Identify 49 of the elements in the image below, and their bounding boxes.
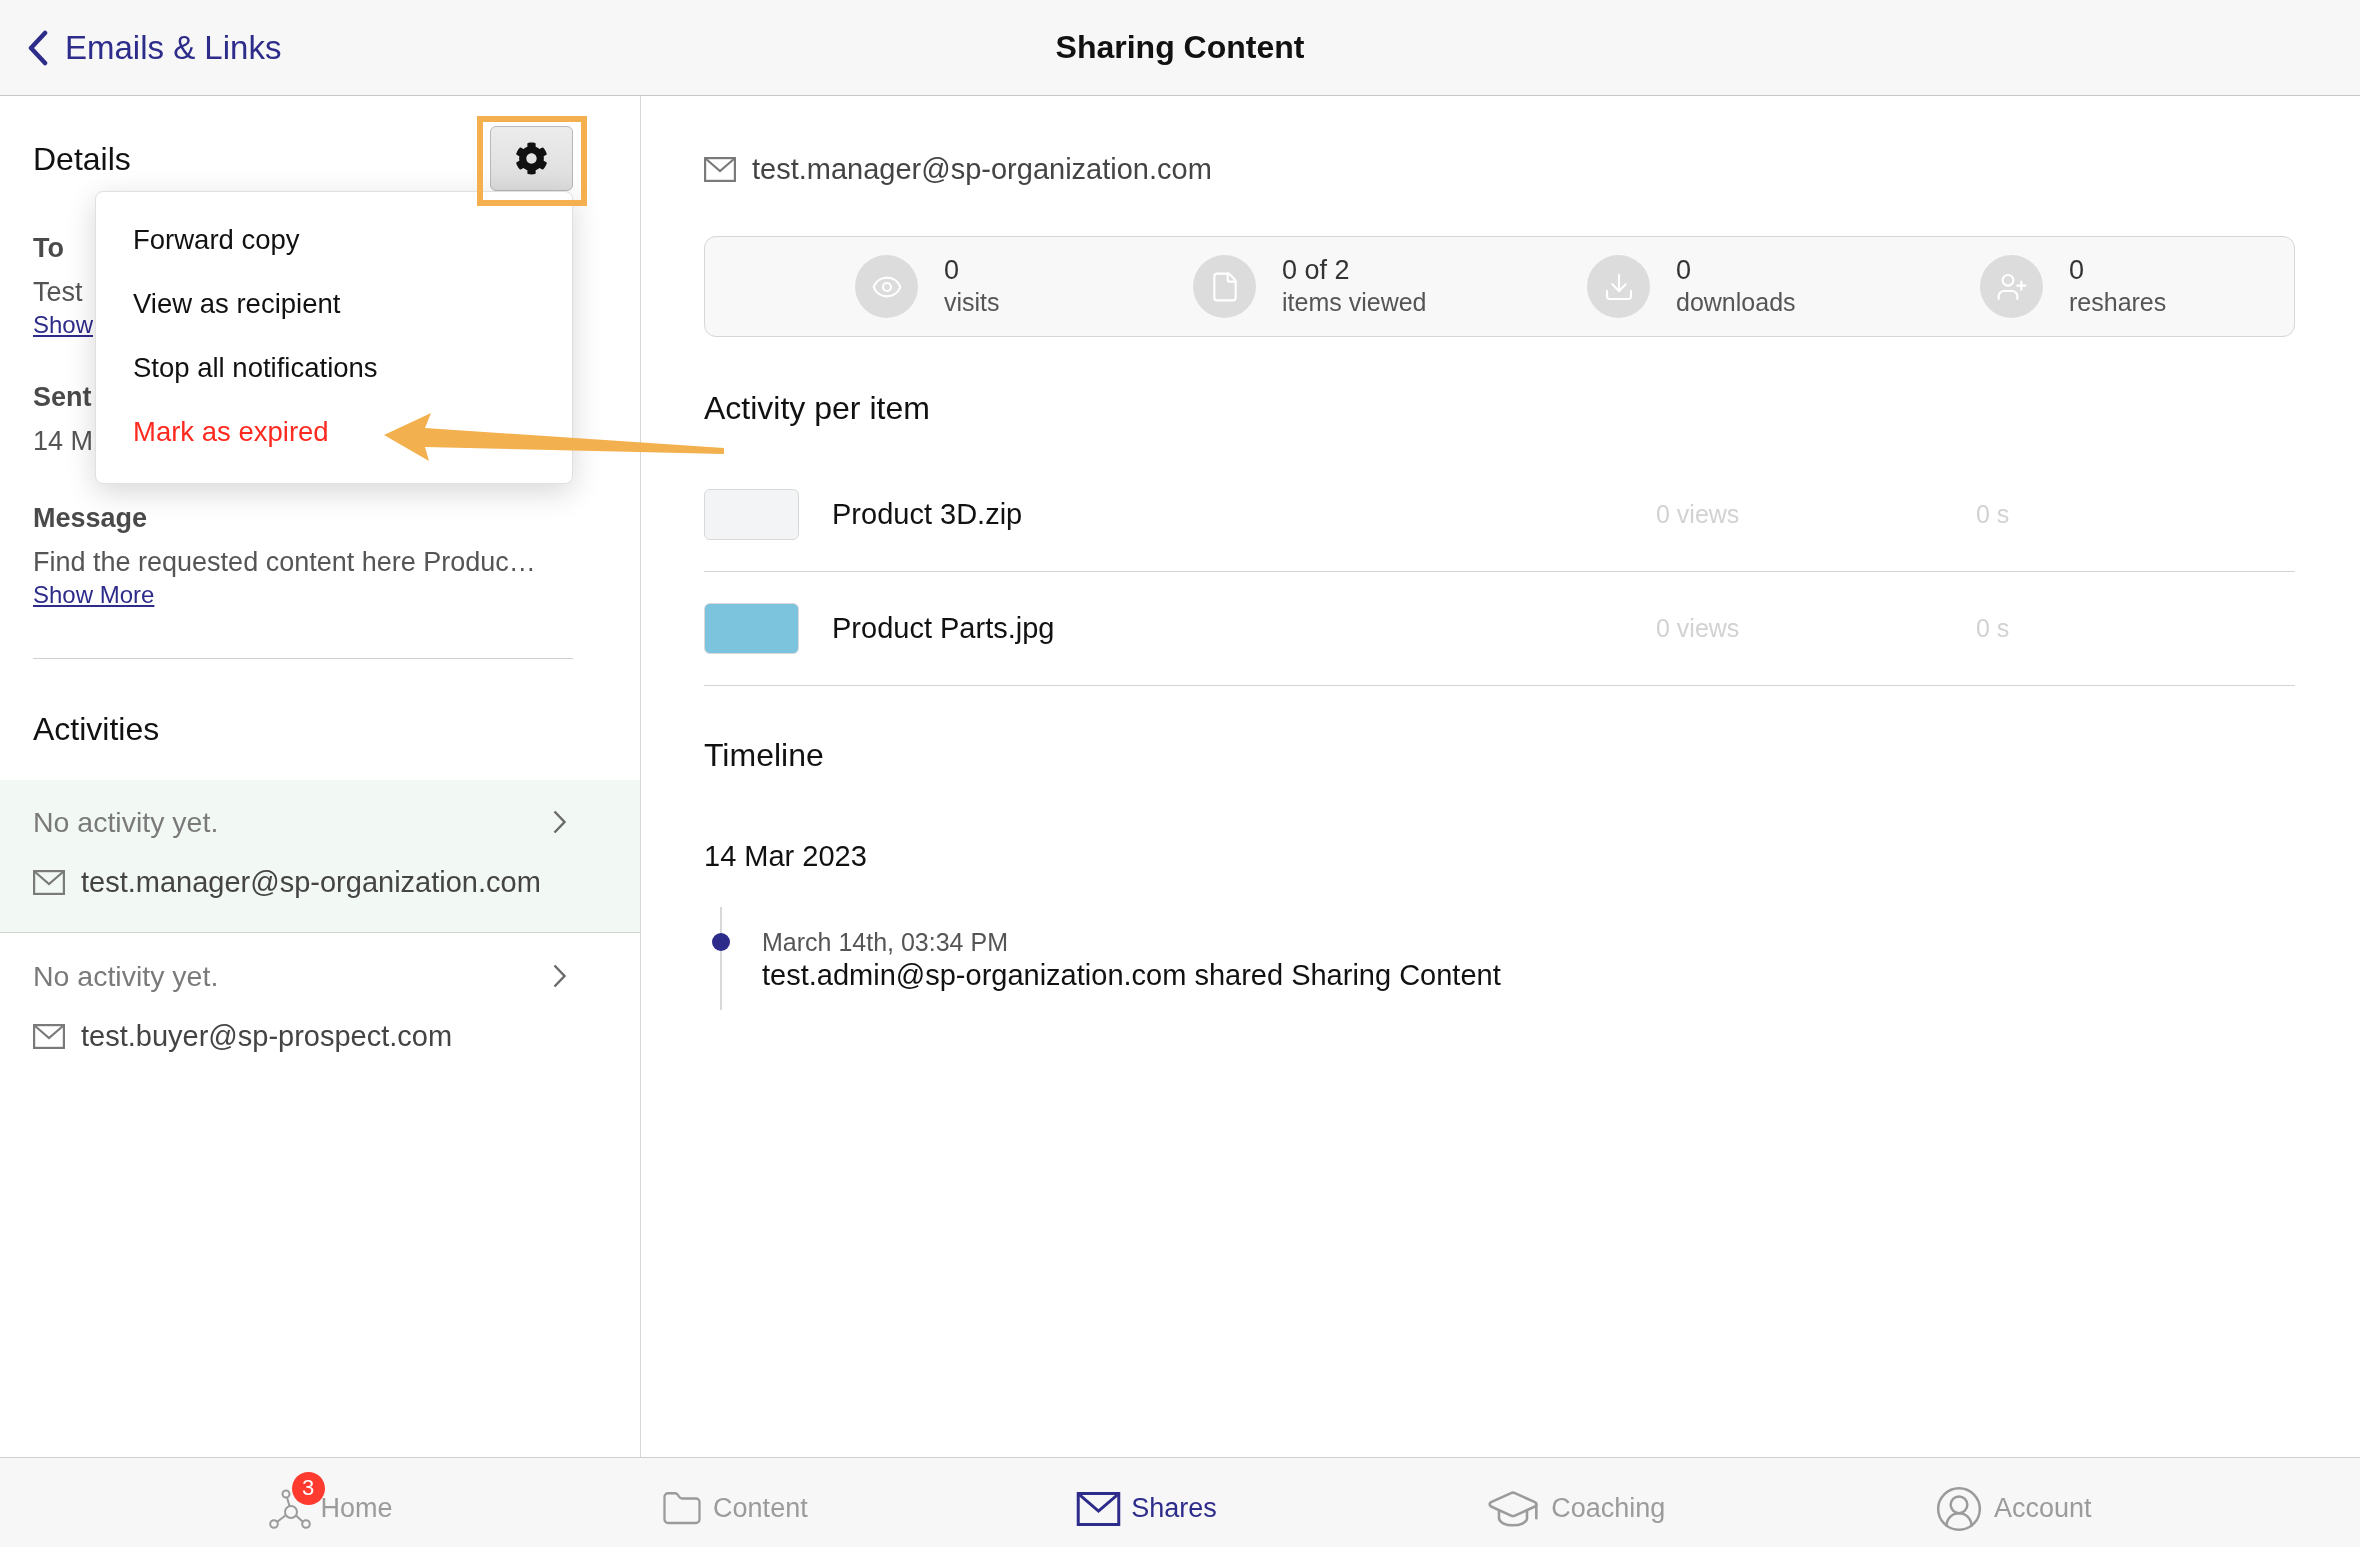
menu-item[interactable]: Stop all notifications — [96, 336, 572, 400]
chevron-right-icon — [553, 810, 566, 834]
tab-bar-item[interactable]: Shares — [1076, 1458, 1217, 1547]
file-name: Product Parts.jpg — [832, 612, 1055, 645]
activity-status: No activity yet. — [33, 805, 219, 840]
activity-row[interactable]: No activity yet. test.manager@sp-organization.com — [0, 780, 640, 932]
stat-value: 0 — [944, 254, 960, 286]
menu-item[interactable]: Mark as expired — [96, 400, 572, 464]
mail-icon — [1076, 1491, 1122, 1526]
chevron-left-icon — [28, 29, 48, 66]
timeline-date: 14 Mar 2023 — [704, 839, 868, 874]
section-title: Timeline — [704, 736, 825, 775]
stat-label: visits — [944, 287, 1000, 318]
section-title: Activities — [33, 710, 161, 749]
settings-button[interactable] — [490, 126, 573, 191]
recipient-email: test.manager@sp-organization.com — [752, 152, 1212, 187]
section-title: Details — [33, 139, 131, 179]
tab-bar-item[interactable]: 3 Home — [268, 1458, 393, 1547]
show-more-link[interactable]: Show More — [33, 580, 155, 610]
mail-icon — [33, 869, 65, 895]
settings-icon — [515, 142, 548, 175]
back-button[interactable]: Emails & Links — [28, 28, 282, 67]
field-value: Find the requested content here Produc… — [33, 546, 536, 579]
recipient-email: test.manager@sp-organization.com — [81, 865, 541, 900]
stat-value: 0 — [2069, 254, 2085, 286]
field-label: To — [33, 232, 64, 265]
stat-value: 0 of 2 — [1282, 254, 1350, 286]
stat-label: items viewed — [1282, 287, 1427, 318]
field-label: Sent — [33, 381, 92, 414]
timeline-dot — [712, 933, 730, 951]
file-name: Product 3D.zip — [832, 498, 1023, 531]
show-more-link[interactable]: Show — [33, 310, 94, 340]
mail-icon — [704, 156, 736, 182]
field-value: 14 M — [33, 425, 94, 458]
chevron-right-icon — [553, 964, 566, 988]
mail-icon — [33, 1023, 65, 1049]
stat-value: 0 — [1676, 254, 1692, 286]
recipient-email: test.buyer@sp-prospect.com — [81, 1019, 453, 1054]
event-description: test.admin@sp-organization.com shared Sharing Content — [762, 958, 1501, 993]
page-title: Sharing Content — [1055, 29, 1305, 66]
event-time: March 14th, 03:34 PM — [762, 927, 1009, 957]
stat-label: reshares — [2069, 287, 2167, 318]
menu-item[interactable]: View as recipient — [96, 272, 572, 336]
field-label: Message — [33, 502, 148, 535]
stat-label: downloads — [1676, 287, 1796, 318]
section-title: Activity per item — [704, 389, 931, 428]
menu-item[interactable]: Forward copy — [96, 208, 572, 272]
field-value: Test — [33, 276, 83, 309]
activity-status: No activity yet. — [33, 959, 219, 994]
